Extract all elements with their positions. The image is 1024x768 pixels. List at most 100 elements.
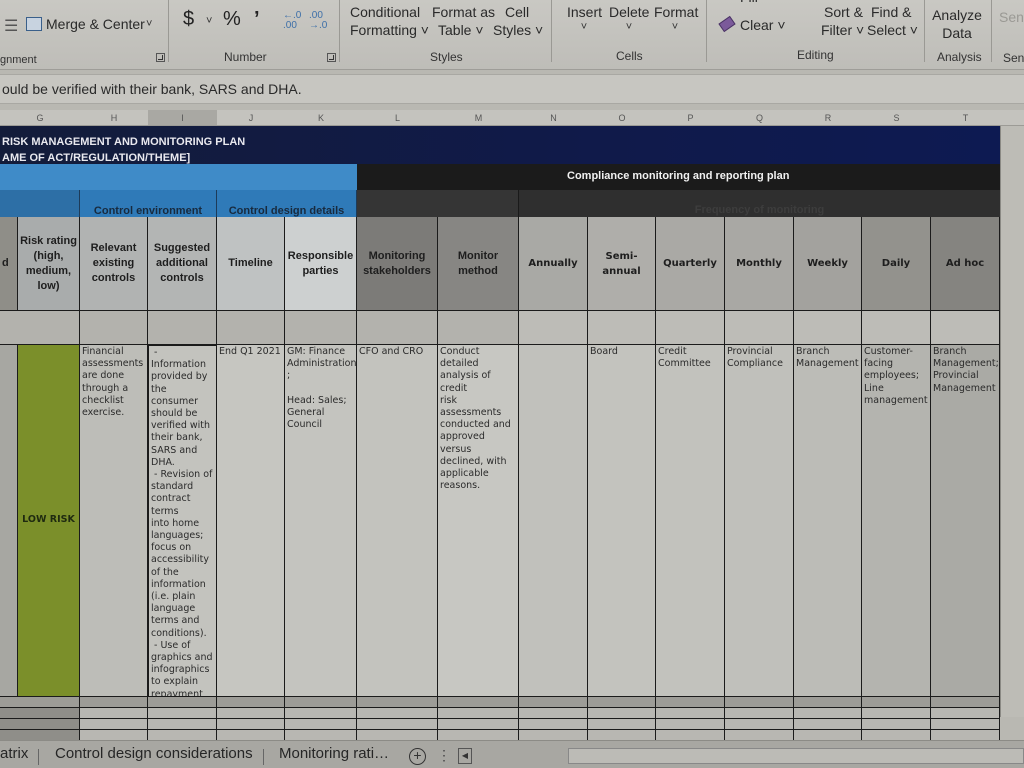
spacer-cell[interactable]	[80, 311, 148, 345]
blank-cell[interactable]	[80, 697, 148, 708]
blank-cell[interactable]	[80, 719, 148, 730]
blank-cell[interactable]	[519, 708, 588, 719]
blank-cell[interactable]	[519, 697, 588, 708]
blank-cell[interactable]	[438, 719, 519, 730]
row-edge-cell[interactable]	[0, 345, 18, 697]
blank-cell[interactable]	[588, 697, 656, 708]
cell-monitoring-stakeholders[interactable]: CFO and CRO	[357, 345, 438, 697]
spacer-cell[interactable]	[217, 311, 285, 345]
blank-cell[interactable]	[725, 708, 794, 719]
alignment-dialog-launcher[interactable]	[156, 53, 165, 62]
decrease-decimal-button[interactable]: .00 →.0	[309, 11, 327, 31]
blank-cell[interactable]	[357, 719, 438, 730]
blank-cell[interactable]	[357, 697, 438, 708]
sheet-tab-control-design-considerations[interactable]: Control design considerations	[55, 745, 253, 762]
spacer-cell[interactable]	[931, 311, 1000, 345]
header-existing-controls[interactable]: Relevant existing controls	[80, 217, 148, 311]
comma-style-button[interactable]: ’	[254, 8, 260, 31]
format-as-table-button[interactable]: Format as Table ˅	[432, 3, 495, 39]
find-select-button[interactable]: Find & Select ˅	[867, 3, 918, 39]
column-header-h[interactable]: H	[80, 110, 148, 126]
cell-styles-button[interactable]: Cell Styles ˅	[493, 3, 543, 39]
blank-cell[interactable]	[725, 719, 794, 730]
merge-center-button[interactable]: Merge & Center ˅	[24, 15, 159, 35]
percent-button[interactable]: %	[223, 8, 241, 31]
sort-filter-button[interactable]: Sort & Filter ˅	[821, 3, 869, 39]
scroll-left-button[interactable]: ◀	[458, 748, 472, 764]
sheet-tab-monitoring[interactable]: Monitoring rati…	[279, 745, 389, 762]
header-weekly[interactable]: Weekly	[794, 217, 862, 311]
column-header-m[interactable]: M	[438, 110, 519, 126]
blank-cell[interactable]	[0, 719, 80, 730]
header-ad-hoc[interactable]: Ad hoc	[931, 217, 1000, 311]
blank-cell[interactable]	[862, 719, 931, 730]
spacer-cell[interactable]	[588, 311, 656, 345]
blank-cell[interactable]	[588, 719, 656, 730]
column-header-o[interactable]: O	[588, 110, 656, 126]
blank-cell[interactable]	[588, 708, 656, 719]
blank-cell[interactable]	[438, 708, 519, 719]
horizontal-scrollbar[interactable]	[568, 748, 1024, 764]
blank-cell[interactable]	[519, 719, 588, 730]
blank-cell[interactable]	[148, 708, 217, 719]
header-monitoring-stakeholders[interactable]: Monitoring stakeholders	[357, 217, 438, 311]
cell-timeline[interactable]: End Q1 2021	[217, 345, 285, 697]
blank-cell[interactable]	[862, 708, 931, 719]
currency-button[interactable]: $	[183, 8, 194, 31]
blank-cell[interactable]	[794, 719, 862, 730]
blank-cell[interactable]	[862, 697, 931, 708]
sensitivity-button[interactable]: Sens	[999, 8, 1024, 26]
blank-cell[interactable]	[148, 719, 217, 730]
cell-existing-controls[interactable]: Financial assessments are done through a…	[80, 345, 148, 697]
add-sheet-button[interactable]: +	[409, 748, 426, 765]
column-header-l[interactable]: L	[357, 110, 438, 126]
cell-risk-rating[interactable]: LOW RISK	[18, 345, 80, 697]
blank-cell[interactable]	[656, 697, 725, 708]
spacer-cell[interactable]	[285, 311, 357, 345]
spacer-cell[interactable]	[357, 311, 438, 345]
blank-cell[interactable]	[794, 708, 862, 719]
header-quarterly[interactable]: Quarterly	[656, 217, 725, 311]
column-header-s[interactable]: S	[862, 110, 931, 126]
blank-cell[interactable]	[217, 719, 285, 730]
format-button[interactable]: Format ˅	[654, 3, 698, 33]
blank-cell[interactable]	[794, 697, 862, 708]
column-header-j[interactable]: J	[217, 110, 285, 126]
column-header-g[interactable]: G	[0, 110, 80, 126]
column-header-p[interactable]: P	[656, 110, 725, 126]
blank-cell[interactable]	[217, 697, 285, 708]
blank-cell[interactable]	[438, 697, 519, 708]
column-header-i[interactable]: I	[148, 110, 217, 126]
blank-cell[interactable]	[80, 708, 148, 719]
cell-annually[interactable]	[519, 345, 588, 697]
blank-cell[interactable]	[285, 719, 357, 730]
cell-monthly[interactable]: Provincial Compliance	[725, 345, 794, 697]
cell-responsible-parties[interactable]: GM: Finance Administration ; Head: Sales…	[285, 345, 357, 697]
spacer-cell[interactable]	[794, 311, 862, 345]
spacer-cell[interactable]	[148, 311, 217, 345]
cell-semi-annual[interactable]: Board	[588, 345, 656, 697]
blank-cell[interactable]	[656, 719, 725, 730]
header-responsible-parties[interactable]: Responsible parties	[285, 217, 357, 311]
header-annually[interactable]: Annually	[519, 217, 588, 311]
blank-cell[interactable]	[931, 719, 1000, 730]
spacer-cell[interactable]	[438, 311, 519, 345]
blank-cell[interactable]	[725, 697, 794, 708]
cell-monitor-method[interactable]: Conduct detailed analysis of credit risk…	[438, 345, 519, 697]
fill-button[interactable]: Fill	[718, 0, 768, 4]
increase-decimal-button[interactable]: ←.0 .00	[283, 11, 301, 31]
blank-cell[interactable]	[285, 697, 357, 708]
column-header-q[interactable]: Q	[725, 110, 794, 126]
chevron-down-icon[interactable]: ˅	[206, 15, 212, 27]
spacer-cell[interactable]	[519, 311, 588, 345]
clear-button[interactable]: Clear ˅	[718, 15, 788, 36]
spacer-cell[interactable]	[862, 311, 931, 345]
header-monthly[interactable]: Monthly	[725, 217, 794, 311]
blank-cell[interactable]	[931, 708, 1000, 719]
spacer-cell[interactable]	[656, 311, 725, 345]
blank-cell[interactable]	[217, 708, 285, 719]
conditional-formatting-button[interactable]: Conditional Formatting ˅	[350, 3, 429, 39]
number-dialog-launcher[interactable]	[327, 53, 336, 62]
sheet-tab-matrix[interactable]: atrix	[0, 745, 28, 762]
formula-bar[interactable]: ould be verified with their bank, SARS a…	[0, 74, 1024, 104]
